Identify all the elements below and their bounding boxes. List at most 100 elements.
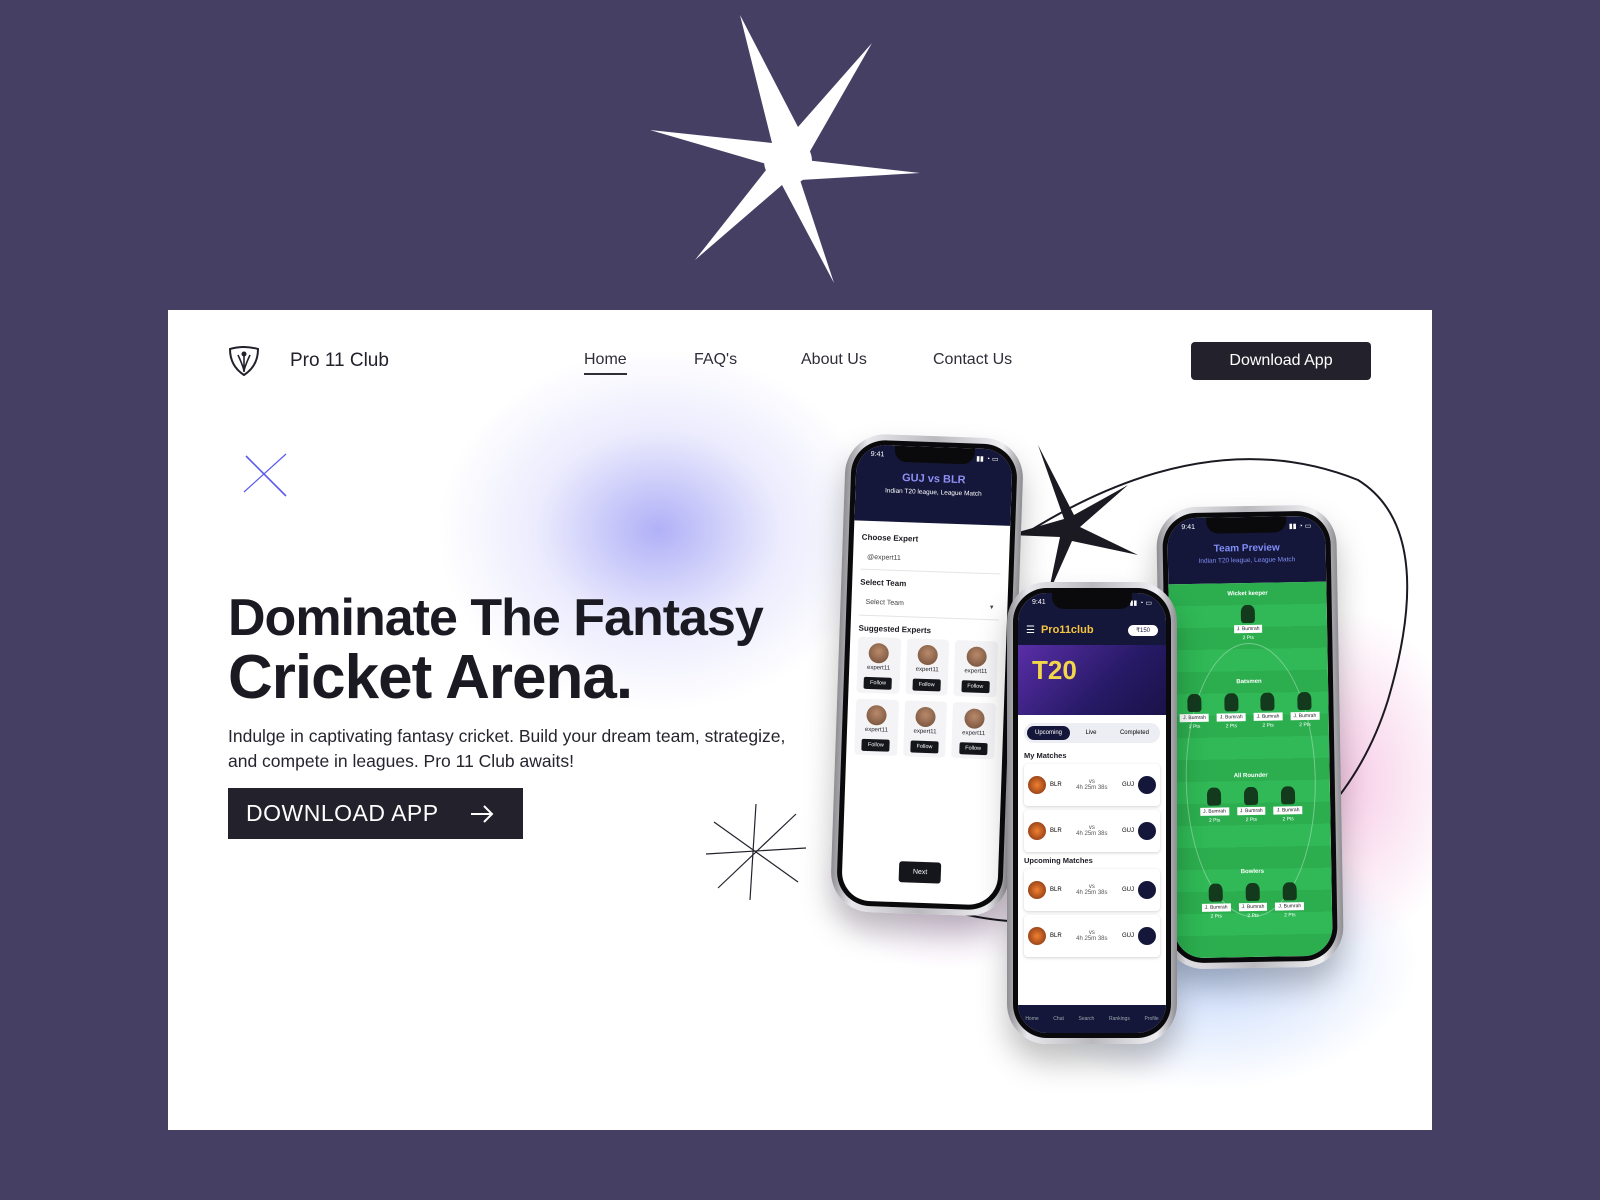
player-silhouette-icon: [1187, 693, 1202, 713]
follow-button[interactable]: Follow: [861, 738, 890, 752]
expert-card: expert11 Follow: [951, 701, 997, 760]
player-silhouette-icon: [1260, 692, 1275, 711]
shield-logo-icon[interactable]: [228, 346, 260, 376]
tab-upcoming[interactable]: Upcoming: [1027, 726, 1071, 740]
role-wicket-keeper: Wicket keeper: [1227, 590, 1268, 598]
player-card[interactable]: J. Bumrah 2 Pts: [1238, 882, 1268, 919]
team-logo: [1028, 776, 1046, 794]
team-preview-subtitle: Indian T20 league, League Match: [1198, 556, 1296, 565]
player-card[interactable]: J. Bumrah 2 Pts: [1216, 693, 1246, 729]
select-team-label: Select Team: [860, 577, 907, 589]
expert-card: expert11 Follow: [904, 638, 950, 696]
avatar: [868, 642, 890, 664]
team-preview-title: Team Preview: [1213, 542, 1280, 555]
select-team-dropdown[interactable]: Select Team ▾: [859, 590, 1000, 621]
avatar: [965, 646, 987, 668]
match-card[interactable]: BLR vs 4h 25m 38s GUJ: [1024, 915, 1160, 957]
team-logo: [1138, 927, 1156, 945]
player-silhouette-icon: [1280, 786, 1295, 805]
avatar: [915, 706, 936, 728]
expert-field[interactable]: @expert11: [860, 545, 1002, 575]
nav-about-us[interactable]: About Us: [801, 351, 867, 369]
suggested-experts-label: Suggested Experts: [858, 623, 932, 636]
black-sparkle-icon: [1008, 445, 1138, 595]
hero-description: Indulge in captivating fantasy cricket. …: [228, 726, 786, 771]
world-cup-banner[interactable]: T20: [1018, 645, 1166, 715]
menu-icon[interactable]: ☰: [1026, 625, 1035, 636]
next-button[interactable]: Next: [898, 861, 942, 884]
nav-search-icon[interactable]: Search: [1079, 1016, 1095, 1022]
match-card[interactable]: BLR vs 4h 25m 38s GUJ: [1024, 869, 1160, 911]
player-card[interactable]: J. Bumrah 2 Pts: [1290, 691, 1320, 728]
player-silhouette-icon: [1240, 604, 1255, 624]
nav-chat-icon[interactable]: Chat: [1053, 1016, 1064, 1022]
match-subtitle: Indian T20 league, League Match: [884, 487, 982, 498]
expert-card: expert11 Follow: [902, 700, 948, 758]
hero-title-line2: Cricket Arena.: [228, 643, 633, 712]
phone-notch: [894, 445, 975, 465]
nav-home-icon[interactable]: Home: [1025, 1016, 1038, 1022]
download-app-button[interactable]: Download App: [1191, 342, 1371, 380]
player-silhouette-icon: [1282, 882, 1297, 901]
cricket-pitch: Wicket keeper J. Bumrah 2 Pts Batsmen J. …: [1168, 581, 1333, 959]
player-card[interactable]: J. Bumrah 2 Pts: [1275, 882, 1305, 918]
phone-notch: [1206, 516, 1287, 534]
phone-team-preview: 9:41 ▮▮ ◔ ▭ Team Preview Indian T20 leagu…: [1155, 504, 1345, 970]
choose-expert-label: Choose Expert: [861, 532, 919, 544]
tab-completed[interactable]: Completed: [1112, 726, 1157, 740]
phone-home-matches: 9:41 ▮▮ ◔ ▭ ☰ Pro11club ₹150 T20 Upcoming…: [1007, 582, 1177, 1044]
team-logo: [1138, 776, 1156, 794]
avatar: [963, 708, 985, 730]
follow-button[interactable]: Follow: [961, 680, 990, 694]
team-logo: [1138, 822, 1156, 840]
hero-download-button[interactable]: DOWNLOAD APP: [228, 788, 523, 839]
nav-profile-icon[interactable]: Profile: [1144, 1016, 1158, 1022]
starburst-icon: [706, 804, 806, 900]
player-silhouette-icon: [1223, 693, 1239, 712]
player-card[interactable]: J. Bumrah 2 Pts: [1253, 692, 1283, 729]
phone-choose-expert: 9:41 ▮▮ ◔ ▭ GUJ vs BLR Indian T20 league,…: [829, 433, 1025, 917]
nav-contact-us[interactable]: Contact Us: [933, 351, 1012, 369]
follow-button[interactable]: Follow: [863, 676, 893, 690]
player-silhouette-icon: [1243, 786, 1259, 806]
nav-home[interactable]: Home: [584, 351, 627, 375]
x-sparkle-icon: [243, 453, 287, 497]
player-card[interactable]: J. Bumrah 2 Pts: [1200, 787, 1229, 824]
arrow-right-icon: [470, 804, 494, 823]
player-card[interactable]: J. Bumrah 2 Pts: [1179, 693, 1209, 730]
tab-live[interactable]: Live: [1077, 726, 1104, 740]
player-card[interactable]: J. Bumrah 2 Pts: [1236, 786, 1266, 823]
match-title: GUJ vs BLR: [901, 472, 966, 487]
upcoming-matches-heading: Upcoming Matches: [1024, 856, 1093, 865]
my-matches-heading: My Matches: [1024, 751, 1067, 760]
player-card[interactable]: J. Bumrah 2 Pts: [1233, 604, 1263, 641]
bottom-nav: Home Chat Search Rankings Profile: [1018, 1005, 1166, 1033]
follow-button[interactable]: Follow: [912, 678, 941, 692]
player-silhouette-icon: [1207, 787, 1222, 806]
expert-card: expert11 Follow: [854, 698, 899, 756]
experts-grid: expert11 Follow expert11 Follow expert11 Fo…: [854, 636, 999, 760]
follow-button[interactable]: Follow: [910, 740, 939, 754]
hero-title-line1: Dominate The Fantasy: [228, 589, 764, 647]
team-logo: [1028, 881, 1046, 899]
player-silhouette-icon: [1297, 691, 1312, 711]
brand-name[interactable]: Pro 11 Club: [290, 350, 389, 372]
wallet-balance[interactable]: ₹150: [1128, 624, 1158, 636]
nav-faqs[interactable]: FAQ's: [694, 351, 737, 369]
player-card[interactable]: J. Bumrah 2 Pts: [1201, 883, 1231, 920]
avatar: [866, 704, 888, 726]
avatar: [917, 644, 939, 666]
match-card[interactable]: BLR vs 4h 25m 38s GUJ: [1024, 764, 1160, 806]
match-tabs: Upcoming Live Completed: [1024, 723, 1160, 743]
team-logo: [1028, 822, 1046, 840]
expert-card: expert11 Follow: [856, 636, 901, 695]
phone-notch: [1052, 593, 1132, 609]
follow-button[interactable]: Follow: [958, 742, 988, 756]
player-silhouette-icon: [1245, 882, 1260, 902]
match-card[interactable]: BLR vs 4h 25m 38s GUJ: [1024, 810, 1160, 852]
sparkle-decoration-icon: [650, 15, 920, 283]
nav-rankings-icon[interactable]: Rankings: [1109, 1016, 1130, 1022]
player-card[interactable]: J. Bumrah 2 Pts: [1273, 786, 1303, 822]
hero-download-label: DOWNLOAD APP: [246, 800, 439, 826]
caret-down-icon: ▾: [989, 604, 994, 612]
